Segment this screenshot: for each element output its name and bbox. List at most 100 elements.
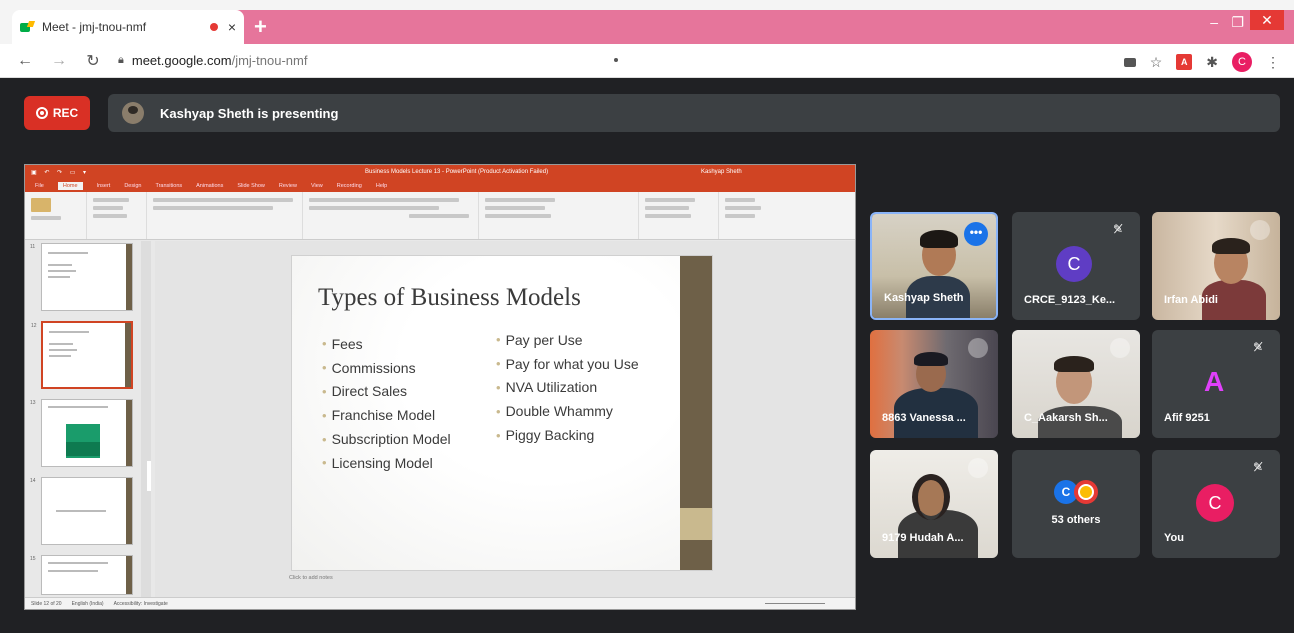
participant-name: Kashyap Sheth — [884, 292, 964, 304]
pdf-extension-icon[interactable]: A — [1176, 54, 1193, 70]
browser-tab-strip: Meet - jmj-tnou-nmf × + ‒ ❐ ✕ — [0, 0, 1294, 44]
participant-name: Afif 9251 — [1164, 412, 1210, 424]
ribbon-group-drawing — [479, 192, 639, 239]
ppt-quick-access-icons: ▣ ↶ ↷ ▭ ▾ — [31, 169, 90, 176]
tab-close-icon[interactable]: × — [228, 19, 236, 35]
camera-indicator-icon — [614, 58, 618, 62]
participant-avatar: C — [1056, 246, 1092, 282]
current-slide[interactable]: Types of Business Models Fees Commission… — [291, 255, 713, 571]
thumb-number: 13 — [30, 400, 36, 406]
back-arrow-icon[interactable]: ← — [16, 52, 34, 70]
others-tile[interactable]: C 53 others — [1012, 450, 1140, 558]
meet-stage: REC Kashyap Sheth is presenting ▣ ↶ ↷ ▭ … — [0, 78, 1294, 633]
profile-avatar[interactable]: C — [1232, 52, 1252, 72]
ppt-tab-active[interactable]: Home — [57, 181, 83, 190]
thumbnail-scrollbar[interactable] — [141, 241, 151, 597]
ppt-tab[interactable]: Help — [376, 183, 387, 189]
others-avatar-image — [1074, 480, 1098, 504]
ppt-tab[interactable]: Slide Show — [237, 183, 265, 189]
ppt-tab[interactable]: Review — [279, 183, 297, 189]
minimize-button[interactable]: ‒ — [1210, 14, 1218, 30]
record-icon — [35, 107, 48, 119]
status-accessibility[interactable]: Accessibility: Investigate — [114, 601, 168, 607]
participant-tile-self[interactable]: C ✎̸ You — [1152, 450, 1280, 558]
slide-thumbnail[interactable]: 14 — [30, 477, 133, 545]
mic-muted-icon: ✎̸ — [1252, 340, 1264, 354]
url-field[interactable]: 🔒︎ meet.google.com/jmj-tnou-nmf — [118, 53, 307, 68]
url-host: meet.google.com — [131, 53, 232, 68]
rec-button[interactable]: REC — [24, 96, 90, 130]
ppt-ribbon — [25, 192, 855, 240]
address-bar: ← → ↻ 🔒︎ meet.google.com/jmj-tnou-nmf ☆ … — [0, 44, 1294, 78]
participant-tile[interactable]: C_Aakarsh Sh... — [1012, 330, 1140, 438]
ppt-user-name: Kashyap Sheth — [701, 169, 742, 175]
thumb-number: 11 — [30, 244, 36, 250]
ribbon-group-paragraph — [303, 192, 479, 239]
participant-name: C_Aakarsh Sh... — [1024, 412, 1108, 424]
presenter-avatar — [122, 102, 144, 124]
new-tab-button[interactable]: + — [254, 14, 267, 40]
slide-thumbnail[interactable]: 13 — [30, 399, 133, 467]
menu-kebab-icon[interactable]: ⋮ — [1266, 54, 1280, 71]
tab-strip-background — [232, 10, 1294, 44]
thumbnail-scrollbar-grip[interactable] — [147, 461, 151, 491]
slide-bullet: Pay for what you Use — [496, 352, 639, 376]
status-slide-count: Slide 12 of 20 — [31, 600, 62, 607]
ppt-title-bar: ▣ ↶ ↷ ▭ ▾ Business Models Lecture 13 - P… — [25, 165, 855, 179]
extensions-puzzle-icon[interactable]: ✱ — [1206, 54, 1218, 71]
thumb-number: 14 — [30, 478, 36, 484]
ppt-tab[interactable]: Design — [124, 183, 141, 189]
participant-tile[interactable]: ••• Kashyap Sheth — [870, 212, 998, 320]
slide-bullet: Piggy Backing — [496, 423, 639, 447]
zoom-slider[interactable] — [765, 603, 825, 604]
url-path: /jmj-tnou-nmf — [231, 53, 308, 68]
ppt-status-bar: Slide 12 of 20 English (India) Accessibi… — [25, 597, 855, 609]
bookmark-star-icon[interactable]: ☆ — [1150, 54, 1163, 71]
shared-screen-powerpoint: ▣ ↶ ↷ ▭ ▾ Business Models Lecture 13 - P… — [24, 164, 856, 610]
slide-decor-stripe — [680, 256, 712, 570]
ppt-tab[interactable]: Animations — [196, 183, 223, 189]
slide-bullet: Pay per Use — [496, 328, 639, 352]
ppt-tab[interactable]: Recording — [337, 183, 362, 189]
ppt-tab[interactable]: View — [311, 183, 323, 189]
window-close-button[interactable]: ✕ — [1250, 10, 1284, 30]
meet-favicon-icon — [20, 21, 36, 33]
maximize-button[interactable]: ❐ — [1231, 14, 1244, 31]
participant-avatar: C — [1196, 484, 1234, 522]
thumb-number: 15 — [30, 556, 36, 562]
reload-icon[interactable]: ↻ — [84, 51, 102, 71]
slide-thumbnail[interactable]: 11 — [30, 243, 133, 311]
ppt-document-title: Business Models Lecture 13 - PowerPoint … — [365, 169, 549, 175]
notes-placeholder[interactable]: Click to add notes — [289, 575, 333, 581]
more-options-icon[interactable]: ••• — [964, 222, 988, 246]
forward-arrow-icon[interactable]: → — [50, 52, 68, 70]
slide-bullet: Double Whammy — [496, 399, 639, 423]
slide-thumbnail-selected[interactable]: 12 — [31, 321, 133, 389]
ribbon-group-font — [147, 192, 303, 239]
ribbon-group-editing — [719, 192, 789, 239]
camera-icon[interactable] — [1123, 57, 1136, 67]
ppt-ribbon-tabs: File Home Insert Design Transitions Anim… — [25, 179, 855, 192]
slide-bullet: Franchise Model — [322, 403, 451, 427]
mic-muted-indicator — [968, 338, 988, 358]
participant-tile[interactable]: Irfan Abidi — [1152, 212, 1280, 320]
slide-thumbnail[interactable]: 15 — [30, 555, 133, 595]
slide-bullets-left: Fees Commissions Direct Sales Franchise … — [322, 332, 451, 475]
slide-thumbnails-pane: 11 12 13 14 15 — [25, 241, 155, 597]
slide-bullet: Direct Sales — [322, 380, 451, 404]
slide-bullets-right: Pay per Use Pay for what you Use NVA Uti… — [496, 328, 639, 447]
participant-name: You — [1164, 532, 1184, 544]
participant-avatar: A — [1204, 366, 1225, 397]
ppt-tab[interactable]: Transitions — [155, 183, 182, 189]
participant-tile[interactable]: 9179 Hudah A... — [870, 450, 998, 558]
participant-tile[interactable]: C ✎̸ CRCE_9123_Ke... — [1012, 212, 1140, 320]
browser-extension-icons: ☆ A ✱ C ⋮ — [1123, 52, 1280, 72]
tab-title: Meet - jmj-tnou-nmf — [42, 20, 147, 34]
browser-tab-meet[interactable]: Meet - jmj-tnou-nmf × — [12, 10, 244, 44]
ppt-tab[interactable]: Insert — [97, 183, 111, 189]
ppt-tab[interactable]: File — [35, 183, 44, 189]
presenting-banner: Kashyap Sheth is presenting — [108, 94, 1280, 132]
participant-tile[interactable]: A ✎̸ Afif 9251 — [1152, 330, 1280, 438]
participant-tile[interactable]: 8863 Vanessa ... — [870, 330, 998, 438]
rec-label: REC — [52, 106, 79, 120]
